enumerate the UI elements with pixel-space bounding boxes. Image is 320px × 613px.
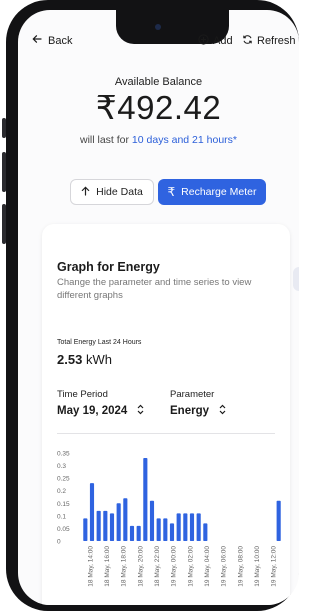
energy-graph-card: Graph for Energy Change the parameter an… (42, 224, 290, 605)
time-period-label: Time Period (57, 389, 108, 400)
energy-bar[interactable] (196, 513, 201, 541)
hide-data-button[interactable]: Hide Data (70, 179, 154, 205)
balance-label: Available Balance (114, 76, 203, 88)
energy-bar[interactable] (136, 525, 141, 541)
add-button[interactable]: Add (198, 34, 233, 48)
hide-data-label: Hide Data (96, 186, 143, 198)
x-tick-label: 18 May, 18:00 (121, 546, 128, 587)
energy-bar[interactable] (183, 513, 188, 541)
x-tick-label: 19 May, 00:00 (171, 546, 178, 587)
x-tick-label: 19 May, 12:00 (271, 546, 278, 587)
top-bar: Back Add Refresh (18, 32, 299, 52)
x-tick-label: 19 May, 06:00 (221, 546, 228, 587)
x-tick-label: 18 May, 22:00 (154, 546, 161, 587)
energy-bar[interactable] (203, 523, 208, 541)
plus-circle-icon (198, 34, 209, 48)
time-period-value: May 19, 2024 (57, 405, 128, 417)
back-button[interactable]: Back (32, 34, 72, 47)
total-energy-label: Total Energy Last 24 Hours (57, 339, 142, 346)
energy-bar[interactable] (129, 525, 135, 541)
parameter-select[interactable]: Energy (170, 404, 226, 418)
energy-bar[interactable] (123, 498, 128, 541)
energy-bar[interactable] (163, 518, 168, 541)
total-energy-value: 2.53 kWh (57, 352, 112, 367)
arrow-up-icon (81, 185, 90, 199)
y-tick-label: 0 (57, 539, 61, 546)
card-subtitle: Change the parameter and time series to … (57, 277, 252, 301)
total-energy-unit: kWh (85, 352, 112, 367)
energy-bar[interactable] (276, 500, 281, 541)
energy-bar[interactable] (156, 518, 161, 541)
energy-bar[interactable] (176, 513, 181, 541)
energy-bar-chart: 0.35 0.3 0.25 0.2 0.15 0.1 0.05 0 18 May, 14:00 1… (57, 451, 281, 587)
card-title: Graph for Energy (57, 260, 160, 274)
x-tick-label: 19 May, 08:00 (237, 546, 244, 587)
parameter-label: Parameter (170, 389, 215, 400)
energy-bar[interactable] (143, 458, 148, 541)
refresh-icon (242, 34, 253, 48)
energy-bar[interactable] (109, 513, 115, 541)
y-tick-label: 0.25 (57, 476, 70, 483)
duration-prefix: will last for (79, 134, 132, 146)
refresh-button[interactable]: Refresh (242, 34, 296, 48)
total-energy-number: 2.53 (57, 352, 83, 367)
volume-up-button (2, 152, 6, 192)
x-tick-label: 19 May, 04:00 (204, 546, 211, 587)
divider (57, 433, 275, 434)
x-tick-label: 18 May, 20:00 (137, 546, 144, 587)
y-tick-label: 0.15 (57, 501, 70, 508)
energy-bar[interactable] (169, 523, 175, 541)
camera-dot (155, 24, 161, 30)
volume-down-button (2, 204, 6, 244)
energy-bar[interactable] (116, 503, 121, 541)
y-tick-label: 0.05 (57, 526, 70, 533)
chevron-up-down-icon (219, 404, 226, 418)
side-scroll-tab[interactable] (293, 267, 299, 291)
energy-bar[interactable] (103, 510, 108, 541)
back-label: Back (48, 34, 73, 47)
balance-duration-note: will last for 10 days and 21 hours* (18, 134, 299, 146)
rupee-icon: ₹ (167, 185, 176, 199)
y-tick-label: 0.2 (57, 488, 66, 495)
phone-frame: Back Add Refresh Available Balance ₹492.… (2, 0, 299, 611)
energy-bar[interactable] (83, 518, 88, 541)
energy-bar[interactable] (149, 500, 155, 541)
x-tick-label: 19 May, 02:00 (187, 546, 194, 587)
x-tick-label: 18 May, 14:00 (87, 546, 94, 587)
chevron-up-down-icon (137, 404, 144, 418)
refresh-label: Refresh (257, 35, 296, 47)
add-label: Add (213, 35, 233, 47)
energy-bar[interactable] (189, 513, 195, 541)
parameter-value: Energy (170, 405, 209, 417)
energy-bar[interactable] (96, 510, 101, 541)
recharge-meter-button[interactable]: ₹ Recharge Meter (158, 179, 266, 205)
duration-highlight: 10 days and 21 hours* (131, 134, 237, 146)
balance-amount: ₹492.42 (95, 89, 222, 126)
y-tick-label: 0.1 (57, 513, 66, 520)
time-period-select[interactable]: May 19, 2024 (57, 404, 144, 418)
y-tick-label: 0.35 (57, 451, 70, 458)
silent-switch (2, 118, 6, 138)
x-tick-label: 19 May, 10:00 (254, 546, 261, 587)
x-tick-label: 18 May, 16:00 (104, 546, 111, 587)
y-tick-label: 0.3 (57, 463, 66, 470)
recharge-label: Recharge Meter (181, 186, 257, 198)
arrow-left-icon (32, 34, 42, 47)
energy-bar[interactable] (89, 483, 95, 541)
app-screen: Back Add Refresh Available Balance ₹492.… (18, 10, 299, 605)
